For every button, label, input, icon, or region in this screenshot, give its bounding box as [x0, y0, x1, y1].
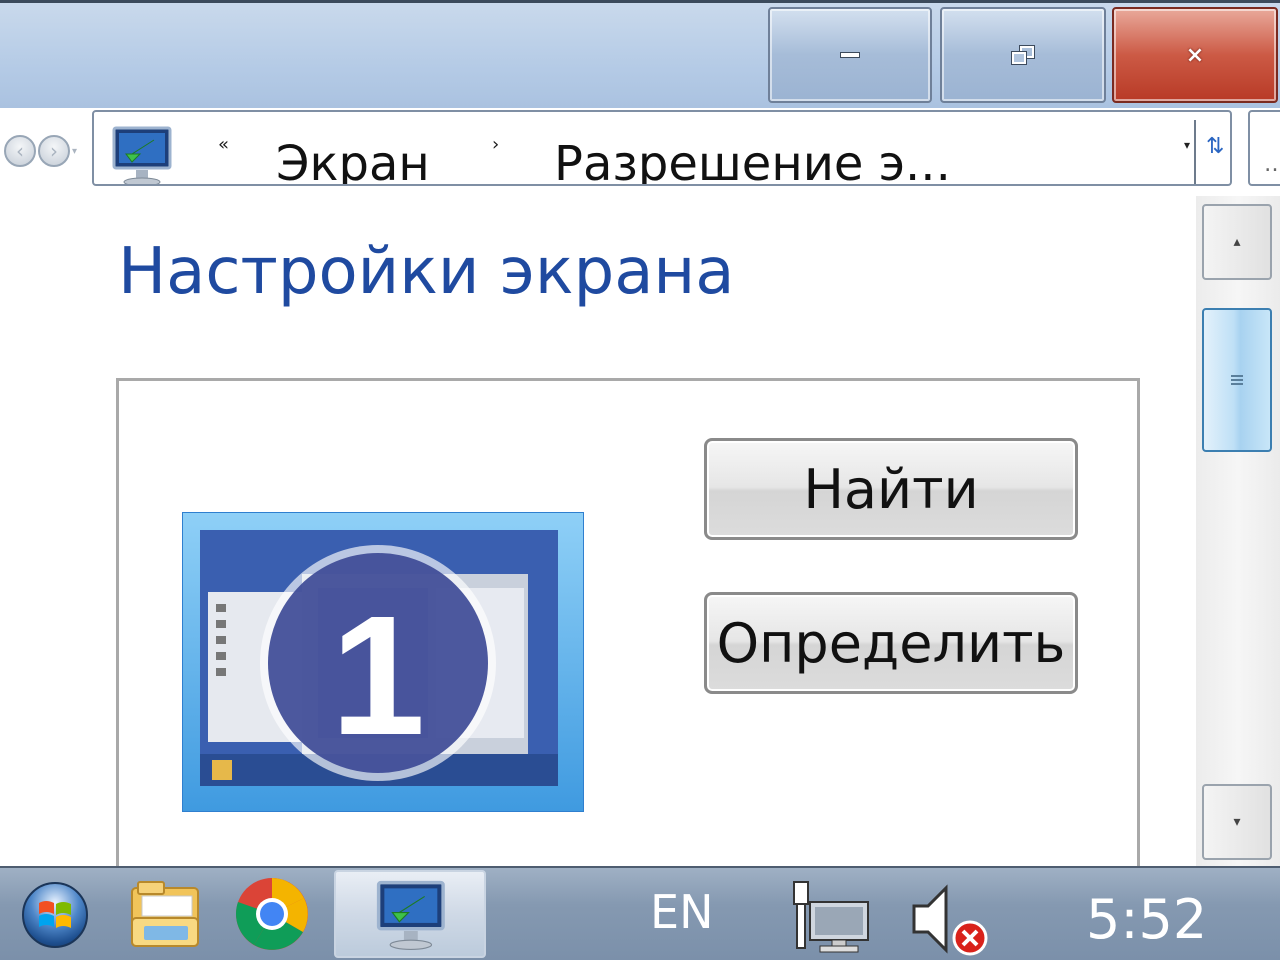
windows-logo-icon: [39, 901, 71, 928]
breadcrumb-overflow-icon[interactable]: «: [218, 134, 229, 155]
chevron-up-icon: ▴: [1233, 234, 1241, 250]
monitor-number-label: 1: [331, 581, 426, 771]
identify-button[interactable]: Определить: [704, 592, 1078, 694]
monitor-1-display-icon[interactable]: 1: [182, 512, 584, 812]
scrollbar-thumb[interactable]: [1202, 308, 1272, 452]
system-clock[interactable]: 5:52: [1086, 890, 1207, 950]
history-dropdown-icon[interactable]: ▾: [72, 146, 77, 157]
network-icon[interactable]: [788, 878, 872, 956]
minimize-icon: [840, 52, 860, 58]
close-button[interactable]: ×: [1112, 7, 1278, 103]
breadcrumb-separator-icon[interactable]: ›: [492, 134, 499, 155]
address-divider: [1194, 120, 1196, 184]
breadcrumb-screen[interactable]: Экран: [276, 134, 430, 184]
display-control-panel-icon: [376, 880, 445, 950]
start-button[interactable]: [22, 882, 88, 948]
window-titlebar: ×: [0, 0, 1280, 108]
find-button[interactable]: Найти: [704, 438, 1078, 540]
scroll-up-button[interactable]: ▴: [1202, 204, 1272, 280]
close-icon: ×: [1185, 42, 1205, 68]
display-control-panel-icon: [112, 126, 172, 184]
scroll-down-button[interactable]: ▾: [1202, 784, 1272, 860]
restore-icon: [1011, 45, 1035, 65]
language-indicator[interactable]: EN: [650, 884, 713, 940]
forward-button[interactable]: ›: [38, 135, 70, 167]
restore-button[interactable]: [940, 7, 1106, 103]
address-dropdown-icon[interactable]: ▾: [1184, 138, 1190, 152]
chrome-icon[interactable]: [232, 874, 312, 954]
navigation-buttons: ‹ › ▾: [4, 134, 86, 168]
volume-muted-icon[interactable]: [908, 880, 992, 960]
vertical-scrollbar[interactable]: ▴ ▾: [1196, 196, 1280, 868]
minimize-button[interactable]: [768, 7, 932, 103]
grip-icon: [1231, 375, 1243, 385]
page-title: Настройки экрана: [118, 235, 735, 309]
taskbar: EN 5:52: [0, 866, 1280, 960]
refresh-icon[interactable]: ⇅: [1206, 134, 1224, 159]
back-button[interactable]: ‹: [4, 135, 36, 167]
search-input[interactable]: …: [1248, 110, 1280, 186]
address-bar[interactable]: « Экран › Разрешение э... ▾ ⇅: [92, 110, 1232, 186]
taskbar-display-settings-button[interactable]: [334, 870, 486, 958]
chevron-down-icon: ▾: [1233, 814, 1241, 830]
file-explorer-icon[interactable]: [126, 874, 206, 954]
breadcrumb-resolution[interactable]: Разрешение э...: [554, 134, 951, 184]
